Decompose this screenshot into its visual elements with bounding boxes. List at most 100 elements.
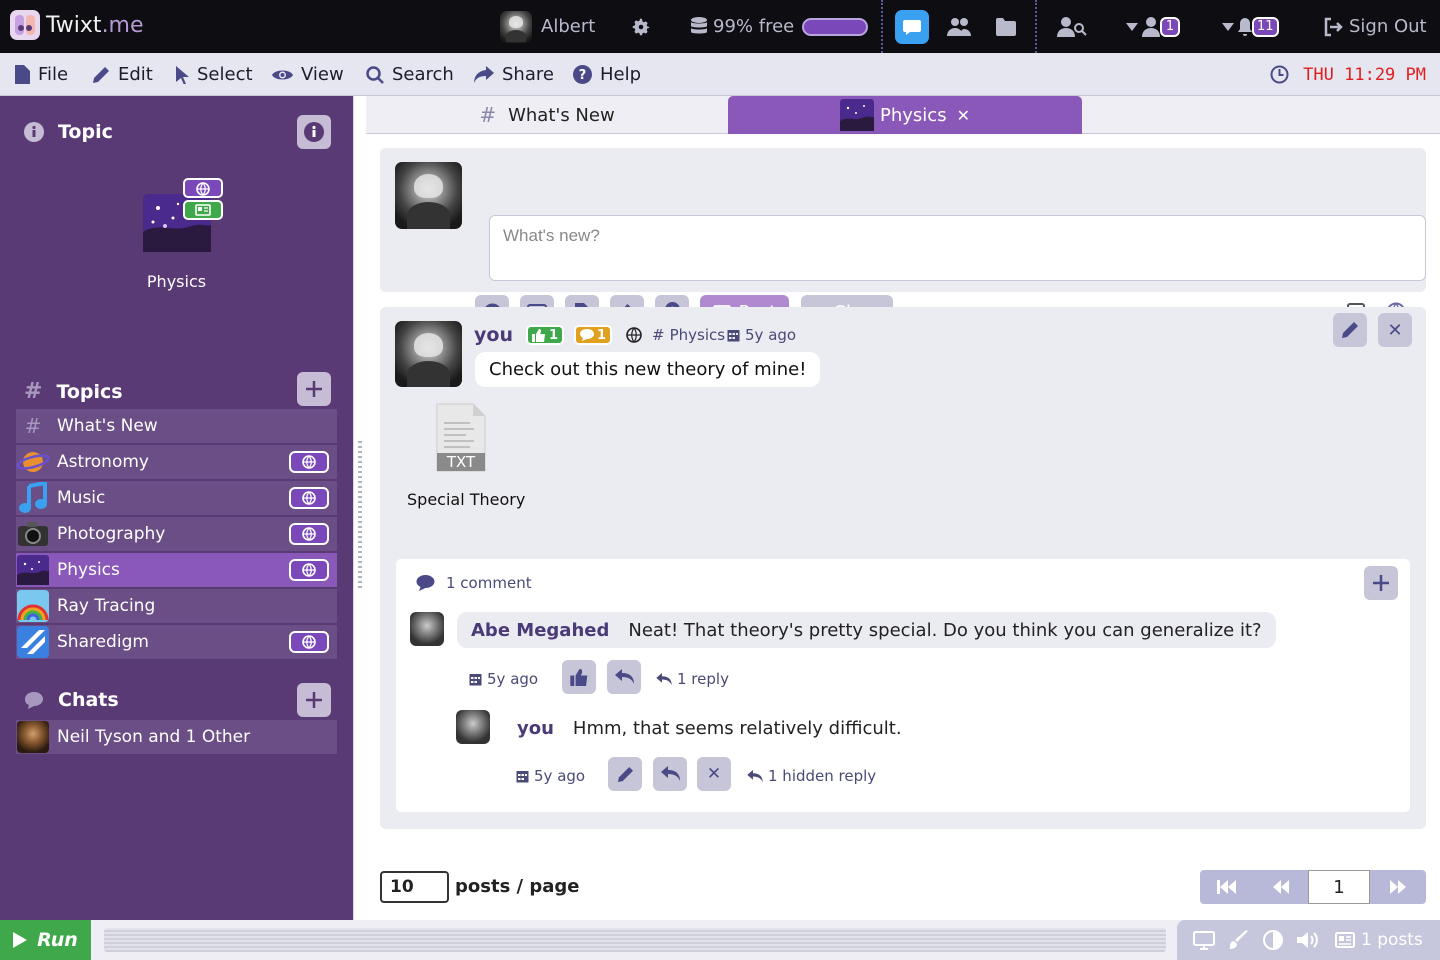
like-comment-button[interactable] xyxy=(562,660,596,694)
globe-icon xyxy=(196,182,210,196)
reply-comment-button[interactable] xyxy=(607,660,641,694)
sidebar-item-label: Ray Tracing xyxy=(57,596,156,616)
chevron-down-icon xyxy=(1222,22,1234,31)
gear-icon xyxy=(632,18,650,35)
task-progress-track xyxy=(104,928,1166,952)
settings-button[interactable] xyxy=(630,0,652,53)
connections-button[interactable] xyxy=(946,0,972,53)
close-icon[interactable]: ✕ xyxy=(957,106,970,125)
sign-out-button[interactable]: Sign Out xyxy=(1323,0,1427,53)
attachment[interactable]: TXT xyxy=(434,403,488,473)
splitter-grip xyxy=(358,441,362,591)
previous-page-button[interactable] xyxy=(1254,870,1308,904)
menu-select-label: Select xyxy=(197,64,253,85)
add-topic-button[interactable] xyxy=(297,372,331,406)
comments-header[interactable]: 1 comment xyxy=(416,574,532,592)
topic-info-button[interactable] xyxy=(297,115,331,149)
comment-author[interactable]: Abe Megahed xyxy=(471,620,609,641)
close-icon: ✕ xyxy=(1387,319,1403,341)
delete-reply-button[interactable]: ✕ xyxy=(697,757,731,791)
add-comment-button[interactable] xyxy=(1364,566,1398,600)
commenter-avatar xyxy=(410,612,444,646)
chat-item-label: Neil Tyson and 1 Other xyxy=(57,727,251,747)
chat-view-button[interactable] xyxy=(895,0,929,53)
sidebar-item-whats-new[interactable]: # What's New xyxy=(16,409,337,443)
menu-edit[interactable]: Edit xyxy=(92,53,153,96)
paintbrush-icon[interactable] xyxy=(1229,930,1249,950)
comments-badge[interactable]: 1 xyxy=(574,325,613,345)
friend-requests-button[interactable]: 1 xyxy=(1126,0,1180,53)
current-topic-icon[interactable] xyxy=(143,178,223,252)
edit-post-button[interactable] xyxy=(1333,313,1367,347)
edit-reply-button[interactable] xyxy=(608,757,642,791)
tab-whats-new[interactable]: # What's New xyxy=(366,96,728,134)
compose-input[interactable]: What's new? xyxy=(489,215,1426,281)
sidebar-item-astronomy[interactable]: Astronomy xyxy=(16,445,337,479)
sidebar-item-music[interactable]: Music xyxy=(16,481,337,515)
hidden-replies-link[interactable]: 1 hidden reply xyxy=(747,767,876,785)
menu-file[interactable]: File xyxy=(15,53,68,96)
music-note-icon xyxy=(19,482,47,513)
storage-bar xyxy=(802,17,869,36)
likes-badge[interactable]: 1 xyxy=(526,325,565,345)
post-author-avatar xyxy=(395,321,462,387)
menu-search[interactable]: Search xyxy=(366,53,454,96)
menu-help[interactable]: ? Help xyxy=(573,53,641,96)
sidebar-item-physics[interactable]: Physics xyxy=(16,553,337,587)
chat-bubble-icon xyxy=(25,692,43,709)
clock[interactable]: THU 11:29 PM xyxy=(1270,53,1426,96)
storage-indicator[interactable]: 99% free xyxy=(690,0,869,53)
pencil-icon xyxy=(1342,322,1358,338)
app-logo[interactable]: Twixt.me xyxy=(10,10,144,40)
files-button[interactable] xyxy=(995,0,1017,53)
reply-icon xyxy=(747,769,763,782)
menu-select[interactable]: Select xyxy=(176,53,253,96)
pencil-icon xyxy=(617,766,633,782)
tab-physics[interactable]: Physics ✕ xyxy=(728,96,1082,134)
planet-icon xyxy=(16,452,50,472)
post-text: Check out this new theory of mine! xyxy=(475,352,821,387)
top-bar: Twixt.me Albert 99% free 1 11 Sign Out xyxy=(0,0,1440,53)
user-avatar xyxy=(500,10,532,43)
public-badge xyxy=(289,631,329,653)
notifications-button[interactable]: 11 xyxy=(1222,0,1279,53)
chat-item[interactable]: Neil Tyson and 1 Other xyxy=(16,720,337,754)
posts-count-label: 1 posts xyxy=(1361,930,1423,950)
help-icon: ? xyxy=(573,65,592,84)
menu-bar: File Edit Select View Search Share ? Hel… xyxy=(0,53,1440,96)
first-page-button[interactable] xyxy=(1200,870,1254,904)
sign-out-label: Sign Out xyxy=(1349,16,1427,37)
page-number-input[interactable]: 1 xyxy=(1308,870,1370,904)
contrast-icon[interactable] xyxy=(1263,930,1283,950)
reply-to-reply-button[interactable] xyxy=(653,757,687,791)
find-users-button[interactable] xyxy=(1057,0,1087,53)
sidebar-splitter[interactable] xyxy=(353,96,366,920)
globe-icon xyxy=(302,455,316,469)
delete-post-button[interactable]: ✕ xyxy=(1378,313,1412,347)
sidebar-item-ray-tracing[interactable]: Ray Tracing xyxy=(16,589,337,623)
menu-share[interactable]: Share xyxy=(474,53,554,96)
user-menu[interactable]: Albert xyxy=(500,0,595,53)
comment-bubble: Abe Megahed Neat! That theory's pretty s… xyxy=(457,612,1276,648)
next-page-button[interactable] xyxy=(1370,870,1426,904)
show-replies-link[interactable]: 1 reply xyxy=(656,670,729,688)
run-button[interactable]: Run xyxy=(0,920,91,960)
attachment-name[interactable]: Special Theory xyxy=(407,490,525,509)
sidebar-item-sharedigm[interactable]: Sharedigm xyxy=(16,625,337,659)
post-age: 5y ago xyxy=(745,326,797,344)
posts-per-page-input[interactable]: 10 xyxy=(380,871,449,903)
post-author[interactable]: you xyxy=(474,324,513,346)
thumbs-up-icon xyxy=(569,668,587,686)
notifications-badge: 11 xyxy=(1252,16,1279,37)
reply-author[interactable]: you xyxy=(517,718,554,739)
volume-icon[interactable] xyxy=(1297,931,1321,949)
user-name: Albert xyxy=(541,16,596,37)
menu-view[interactable]: View xyxy=(272,53,344,96)
desktop-icon[interactable] xyxy=(1193,930,1215,950)
reply-date: 5y ago xyxy=(516,767,585,785)
add-chat-button[interactable] xyxy=(297,683,331,717)
rewind-icon xyxy=(1273,880,1289,894)
sidebar-item-photography[interactable]: Photography xyxy=(16,517,337,551)
post-topic[interactable]: # Physics xyxy=(652,326,725,344)
app-name: Twixt.me xyxy=(46,12,144,38)
